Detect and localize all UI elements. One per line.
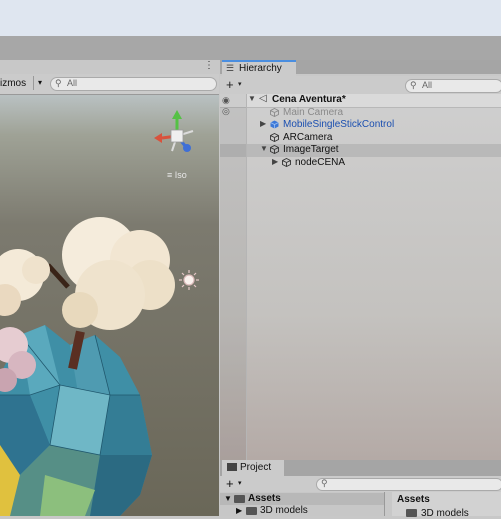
tab-hierarchy-label: Hierarchy [239, 63, 282, 74]
project-folder-tree: ▼ Assets ▶ 3D models [220, 492, 385, 516]
gameobject-cube-icon [282, 157, 291, 168]
hierarchy-visibility-gutter[interactable]: ◉ ◎ [220, 94, 247, 460]
light-icon[interactable] [179, 270, 199, 290]
chevron-right-icon[interactable]: ▶ [260, 119, 266, 128]
hierarchy-row-scene[interactable]: ▼ ◁ Cena Aventura* [220, 93, 501, 108]
dock-tab-strip [0, 36, 501, 60]
search-icon: ⚲ [321, 478, 328, 488]
orientation-gizmo-icon[interactable] [154, 110, 194, 152]
tree-label: Assets [248, 493, 281, 504]
chevron-down-icon[interactable]: ▾ [238, 479, 242, 487]
scene-search-input[interactable]: ⚲ All [50, 77, 217, 91]
hierarchy-row-label: Cena Aventura* [272, 94, 346, 105]
chevron-down-icon[interactable]: ▼ [260, 144, 268, 153]
folder-icon [234, 495, 245, 503]
scene-toolbar: izmos ▾ ⚲ All [0, 74, 219, 95]
hierarchy-row-imagetarget[interactable]: ▼ ImageTarget [220, 144, 501, 157]
gizmos-button[interactable]: izmos [0, 78, 26, 89]
folder-icon [227, 463, 237, 471]
hierarchy-row-label: ARCamera [283, 132, 333, 143]
tree-foliage-left [0, 249, 50, 316]
tab-hierarchy[interactable]: ☰ Hierarchy [222, 60, 296, 76]
chevron-down-icon[interactable]: ▾ [238, 80, 242, 88]
hierarchy-search-placeholder: All [422, 80, 433, 90]
tab-project-label: Project [240, 462, 272, 473]
chevron-down-icon[interactable]: ▼ [248, 94, 256, 103]
scene-panel-menu-icon[interactable]: ⋮ [204, 60, 214, 71]
scene-search-placeholder: All [67, 78, 78, 88]
hierarchy-tree: ▼ ◁ Cena Aventura* Main Camera ▶ MobileS… [220, 93, 501, 460]
hierarchy-row-label: nodeCENA [295, 157, 346, 168]
hierarchy-row-label: ImageTarget [283, 144, 339, 155]
project-search-input[interactable]: ⚲ [316, 478, 501, 491]
tab-project[interactable]: Project [222, 460, 284, 476]
list-icon: ☰ [226, 63, 235, 73]
tree-label: 3D models [260, 505, 308, 516]
scene-3d-content [0, 110, 199, 516]
window-top-band [0, 0, 501, 36]
scene-viewport[interactable]: ≡ Iso [0, 95, 219, 516]
project-tree-row-assets[interactable]: ▼ Assets [220, 493, 384, 505]
projection-label[interactable]: ≡ Iso [167, 170, 187, 180]
project-add-button[interactable]: + [226, 476, 234, 491]
project-toolbar: + ▾ ⚲ [220, 476, 501, 492]
chevron-right-icon[interactable]: ▶ [236, 506, 242, 515]
hierarchy-row-label: Main Camera [283, 107, 344, 118]
tree-foliage-right [62, 217, 175, 330]
folder-icon [246, 507, 257, 515]
pick-icon[interactable]: ◎ [222, 106, 230, 117]
hierarchy-row-label: MobileSingleStickControl [283, 119, 395, 130]
assets-header: Assets [397, 494, 430, 505]
gizmos-dropdown-icon[interactable]: ▾ [33, 76, 46, 90]
prefab-cube-icon [270, 120, 279, 129]
hierarchy-row-mobile-stick[interactable]: ▶ MobileSingleStickControl [220, 119, 501, 132]
hierarchy-search-input[interactable]: ⚲ All [405, 79, 501, 93]
search-icon: ⚲ [410, 80, 417, 90]
chevron-down-icon[interactable]: ▼ [224, 494, 232, 503]
hierarchy-row-nodecena[interactable]: ▶ nodeCENA [220, 157, 501, 170]
unity-scene-icon: ◁ [259, 93, 267, 104]
project-assets-pane: Assets 3D models [392, 492, 501, 519]
gameobject-cube-icon [270, 144, 279, 155]
search-icon: ⚲ [55, 78, 62, 88]
project-tree-row-3d-models[interactable]: ▶ 3D models [220, 505, 384, 517]
chevron-right-icon[interactable]: ▶ [272, 157, 278, 166]
asset-item-label[interactable]: 3D models [421, 508, 469, 519]
eye-icon[interactable]: ◉ [222, 95, 230, 106]
hierarchy-add-button[interactable]: + [226, 77, 234, 92]
gameobject-cube-icon [270, 132, 279, 143]
gameobject-cube-icon [270, 107, 279, 118]
